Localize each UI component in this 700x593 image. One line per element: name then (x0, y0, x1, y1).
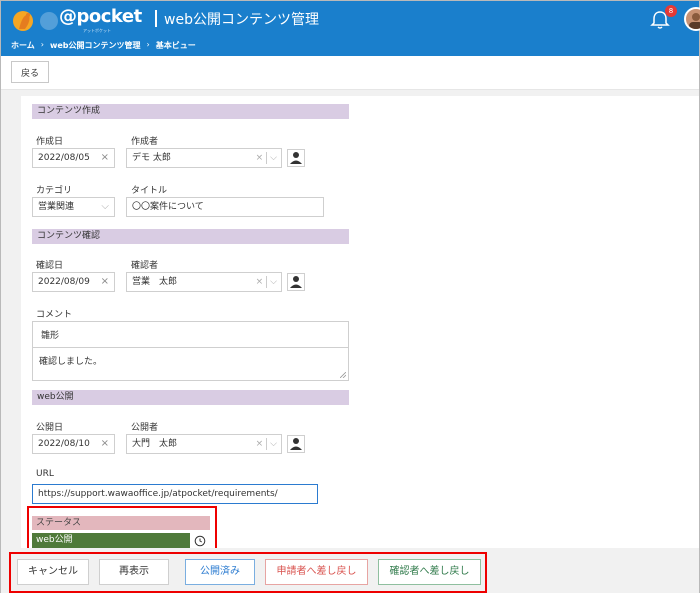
publisher-select[interactable]: 大門 太郎 × ⌵ (126, 434, 282, 454)
return-to-applicant-button[interactable]: 申請者へ差し戻し (265, 559, 368, 585)
comment-label: コメント (36, 310, 73, 320)
toolbar: 戻る (1, 56, 699, 90)
publish-date-field[interactable]: 2022/08/10 × (32, 434, 115, 454)
section-content-creation: コンテンツ作成 (32, 104, 349, 119)
creator-select[interactable]: デモ 太郎 × ⌵ (126, 148, 282, 168)
status-badge: web公開 (32, 533, 190, 548)
category-select[interactable]: 営業関連 ⌵ (32, 197, 115, 217)
chevron-down-icon[interactable]: ⌵ (270, 149, 277, 167)
chevron-down-icon[interactable]: ⌵ (270, 273, 277, 291)
title-input[interactable]: 〇〇案件について (126, 197, 324, 217)
cancel-button[interactable]: キャンセル (17, 559, 89, 585)
reviewer-select[interactable]: 営業 太郎 × ⌵ (126, 272, 282, 292)
notification-badge: 8 (665, 5, 677, 17)
publisher-value: 大門 太郎 (132, 439, 178, 449)
clear-icon[interactable]: × (256, 435, 264, 453)
review-date-field[interactable]: 2022/08/09 × (32, 272, 115, 292)
user-picker-button[interactable] (287, 149, 305, 167)
review-date-label: 確認日 (36, 261, 64, 271)
breadcrumb-separator-icon: › (40, 40, 44, 49)
section-web-publish: web公開 (32, 390, 349, 405)
publisher-label: 公開者 (131, 423, 159, 433)
created-date-field[interactable]: 2022/08/05 × (32, 148, 115, 168)
breadcrumb-separator-icon: › (146, 40, 150, 49)
published-button[interactable]: 公開済み (185, 559, 255, 585)
title-divider (155, 10, 157, 27)
clear-icon[interactable]: × (101, 273, 109, 291)
logo-text: @pocket (59, 6, 142, 27)
clear-icon[interactable]: × (101, 435, 109, 453)
comment-author: 雛形 (33, 322, 348, 348)
app-header: @pocket アットポケット web公開コンテンツ管理 ホーム › web公開… (1, 1, 700, 56)
category-label: カテゴリ (36, 186, 73, 196)
person-icon (290, 152, 302, 164)
user-picker-button[interactable] (287, 273, 305, 291)
creator-label: 作成者 (131, 137, 159, 147)
return-to-reviewer-button[interactable]: 確認者へ差し戻し (378, 559, 481, 585)
clear-icon[interactable]: × (256, 273, 264, 291)
resize-handle-icon[interactable] (340, 372, 346, 378)
person-icon (290, 276, 302, 288)
url-label: URL (36, 469, 54, 479)
category-value: 営業関連 (38, 202, 75, 212)
page-title: web公開コンテンツ管理 (164, 12, 319, 28)
chevron-down-icon[interactable]: ⌵ (101, 198, 109, 216)
review-date-value: 2022/08/09 (38, 277, 90, 287)
reviewer-label: 確認者 (131, 261, 159, 271)
reviewer-value: 営業 太郎 (132, 277, 178, 287)
breadcrumb-home[interactable]: ホーム (11, 40, 35, 51)
title-label: タイトル (131, 186, 168, 196)
breadcrumb-app[interactable]: web公開コンテンツ管理 (50, 40, 141, 51)
publish-date-value: 2022/08/10 (38, 439, 90, 449)
person-icon (290, 438, 302, 450)
user-picker-button[interactable] (287, 435, 305, 453)
comment-box: 雛形 確認しました。 (32, 321, 349, 381)
chevron-down-icon[interactable]: ⌵ (270, 435, 277, 453)
redisplay-button[interactable]: 再表示 (99, 559, 169, 585)
status-label: ステータス (32, 516, 210, 530)
back-button[interactable]: 戻る (11, 61, 49, 83)
breadcrumb: ホーム › web公開コンテンツ管理 › 基本ビュー (11, 40, 196, 51)
created-date-value: 2022/08/05 (38, 153, 90, 163)
url-input[interactable]: https://support.wawaoffice.jp/atpocket/r… (32, 484, 318, 504)
breadcrumb-view: 基本ビュー (155, 41, 196, 50)
clear-icon[interactable]: × (101, 149, 109, 167)
publish-date-label: 公開日 (36, 423, 64, 433)
clear-icon[interactable]: × (256, 149, 264, 167)
creator-value: デモ 太郎 (132, 153, 171, 163)
avatar[interactable] (684, 7, 700, 31)
section-content-review: コンテンツ確認 (32, 229, 349, 244)
created-date-label: 作成日 (36, 137, 64, 147)
clock-icon[interactable] (194, 535, 206, 547)
logo-subtext: アットポケット (83, 28, 111, 33)
comment-textarea[interactable]: 確認しました。 (33, 348, 348, 367)
